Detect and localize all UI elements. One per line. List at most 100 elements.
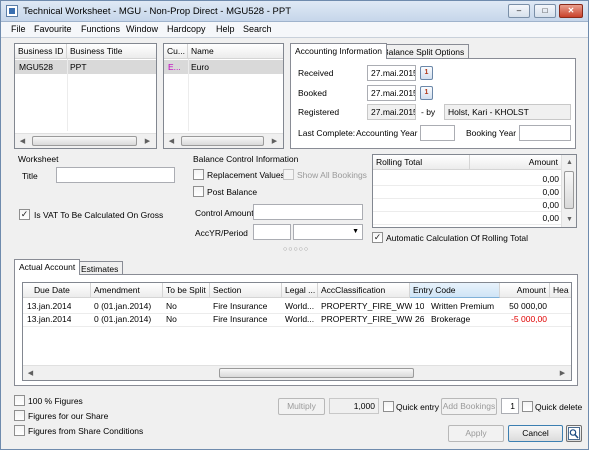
period-dropdown[interactable]: ▼: [293, 224, 363, 240]
table-row[interactable]: 13.jan.2014 0 (01.jan.2014) No Fire Insu…: [23, 300, 571, 313]
entries-scrollbar[interactable]: ◀ ▶: [23, 365, 571, 380]
rolling-total-list: Rolling Total Amount 0,00 0,00 0,00 0,00…: [372, 154, 577, 228]
quick-delete-checkbox[interactable]: [522, 401, 533, 412]
chevron-down-icon: ▼: [352, 228, 359, 235]
business-list: Business ID Business Title MGU528 PPT ◀ …: [14, 43, 157, 149]
legal-header[interactable]: Legal ...: [282, 283, 318, 298]
quick-entry-checkbox[interactable]: [383, 401, 394, 412]
tab-actual-account[interactable]: Actual Account: [14, 259, 81, 275]
to-be-split-header[interactable]: To be Split: [163, 283, 210, 298]
acc-classification-header[interactable]: AccClassification: [318, 283, 410, 298]
control-amount-label: Control Amount: [195, 208, 254, 218]
rolling-amount-header[interactable]: Amount: [470, 155, 562, 170]
figures-100-checkbox[interactable]: [14, 395, 25, 406]
scroll-right-icon[interactable]: ▶: [140, 134, 155, 149]
row-divider: [373, 211, 562, 212]
add-bookings-button[interactable]: Add Bookings: [441, 398, 497, 415]
scroll-thumb[interactable]: [219, 368, 414, 378]
auto-rolling-total-checkbox[interactable]: ✓: [372, 232, 383, 243]
quick-entry-label: Quick entry: [396, 402, 439, 412]
business-scrollbar[interactable]: ◀ ▶: [15, 133, 156, 148]
auto-rolling-total-label: Automatic Calculation Of Rolling Total: [386, 233, 529, 243]
figures-our-share-checkbox[interactable]: [14, 410, 25, 421]
entry-code-header[interactable]: Entry Code: [410, 283, 500, 298]
table-row[interactable]: 13.jan.2014 0 (01.jan.2014) No Fire Insu…: [23, 313, 571, 326]
entry-code-number-cell: 10: [415, 301, 425, 311]
booked-calendar-icon[interactable]: 1: [420, 86, 433, 100]
menu-file[interactable]: File: [11, 24, 26, 34]
currency-name-header[interactable]: Name: [188, 44, 283, 59]
accyr-field[interactable]: [253, 224, 291, 240]
header-column-header[interactable]: Hea: [550, 283, 571, 298]
row-divider: [373, 185, 562, 186]
column-divider: [188, 59, 189, 131]
close-button[interactable]: ✕: [559, 4, 583, 18]
splitter-handle[interactable]: ○○○○○: [283, 246, 309, 253]
booked-date-field[interactable]: 27.mai.2015: [367, 85, 416, 101]
menu-search[interactable]: Search: [243, 24, 272, 34]
menu-help[interactable]: Help: [216, 24, 235, 34]
amount-header[interactable]: Amount: [500, 283, 550, 298]
rolling-total-scrollbar[interactable]: ▲ ▼: [561, 155, 576, 227]
add-bookings-count-field[interactable]: 1: [501, 398, 519, 414]
tab-balance-split-options[interactable]: Balance Split Options: [378, 44, 470, 59]
booking-year-field[interactable]: [519, 125, 571, 141]
scroll-left-icon[interactable]: ◀: [23, 366, 38, 381]
scroll-right-icon[interactable]: ▶: [267, 134, 282, 149]
rolling-total-header[interactable]: Rolling Total: [373, 155, 470, 170]
menu-hardcopy[interactable]: Hardcopy: [167, 24, 206, 34]
menu-favourite[interactable]: Favourite: [34, 24, 72, 34]
tab-accounting-information[interactable]: Accounting Information: [290, 43, 387, 59]
due-date-header[interactable]: Due Date: [23, 283, 91, 298]
minimize-button[interactable]: –: [508, 4, 530, 18]
figures-100-label: 100 % Figures: [28, 396, 83, 406]
cancel-button[interactable]: Cancel: [508, 425, 563, 442]
vat-calculation-checkbox[interactable]: ✓: [19, 209, 30, 220]
scroll-right-icon[interactable]: ▶: [555, 366, 570, 381]
figures-share-conditions-checkbox[interactable]: [14, 425, 25, 436]
multiply-button[interactable]: Multiply: [278, 398, 325, 415]
title-bar[interactable]: Technical Worksheet - MGU - Non-Prop Dir…: [1, 1, 588, 22]
post-balance-label: Post Balance: [207, 187, 258, 197]
currency-scrollbar[interactable]: ◀ ▶: [164, 133, 283, 148]
accounting-year-field[interactable]: [420, 125, 455, 141]
accounting-information-panel: Received 27.mai.2015 1 Booked 27.mai.201…: [290, 58, 576, 149]
scroll-thumb[interactable]: [564, 171, 574, 209]
control-amount-field[interactable]: [253, 204, 363, 220]
worksheet-title-field[interactable]: [56, 167, 175, 183]
scroll-thumb[interactable]: [181, 136, 264, 146]
legal-cell: World...: [285, 301, 315, 311]
scroll-up-icon[interactable]: ▲: [562, 155, 577, 170]
menu-functions[interactable]: Functions: [81, 24, 120, 34]
business-title-header[interactable]: Business Title: [67, 44, 156, 59]
apply-button[interactable]: Apply: [448, 425, 504, 442]
amount-cell: -5 000,00: [511, 314, 547, 324]
figures-our-share-label: Figures for our Share: [28, 411, 109, 421]
scroll-down-icon[interactable]: ▼: [562, 212, 577, 227]
registered-label: Registered: [298, 107, 340, 117]
post-balance-checkbox[interactable]: [193, 186, 204, 197]
amount-cell: 50 000,00: [509, 301, 547, 311]
scroll-left-icon[interactable]: ◀: [164, 134, 179, 149]
figures-share-conditions-label: Figures from Share Conditions: [28, 426, 144, 436]
replacement-values-checkbox[interactable]: [193, 169, 204, 180]
scroll-left-icon[interactable]: ◀: [15, 134, 30, 149]
business-id-header[interactable]: Business ID: [15, 44, 67, 59]
received-date-field[interactable]: 27.mai.2015: [367, 65, 416, 81]
row-divider: [373, 224, 562, 225]
acc-classification-cell: PROPERTY_FIRE_WW: [321, 314, 413, 324]
currency-code-header[interactable]: Cu...: [164, 44, 188, 59]
amendment-cell: 0 (01.jan.2014): [94, 314, 152, 324]
currency-row[interactable]: [164, 60, 283, 74]
balance-control-group-label: Balance Control Information: [193, 154, 299, 164]
menu-window[interactable]: Window: [126, 24, 158, 34]
received-calendar-icon[interactable]: 1: [420, 66, 433, 80]
maximize-button[interactable]: □: [534, 4, 556, 18]
show-all-bookings-checkbox: [283, 169, 294, 180]
section-header[interactable]: Section: [210, 283, 282, 298]
title-label: Title: [22, 171, 38, 181]
row-divider: [23, 326, 571, 327]
amendment-header[interactable]: Amendment: [91, 283, 163, 298]
help-icon[interactable]: [566, 425, 582, 442]
scroll-thumb[interactable]: [32, 136, 137, 146]
